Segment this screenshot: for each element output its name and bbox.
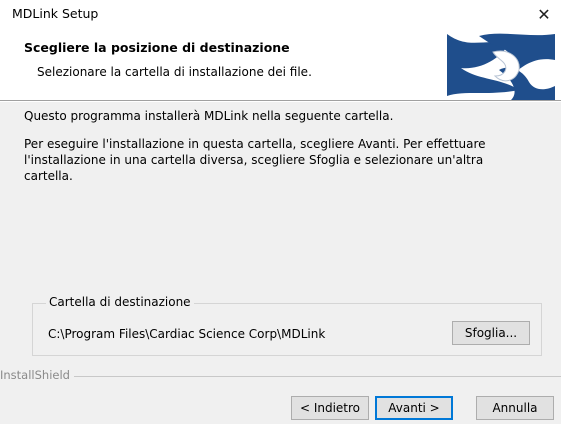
destination-group-label: Cartella di destinazione: [46, 295, 194, 309]
window-title: MDLink Setup: [12, 6, 99, 21]
close-button[interactable]: ✕: [527, 0, 561, 28]
next-button[interactable]: Avanti >: [375, 396, 453, 420]
page-subtitle: Selezionare la cartella di installazione…: [37, 65, 312, 79]
intro-text: Questo programma installerà MDLink nella…: [24, 109, 394, 123]
installshield-divider: [0, 376, 561, 377]
browse-button[interactable]: Sfoglia...: [452, 321, 530, 345]
back-button[interactable]: < Indietro: [291, 396, 369, 420]
installshield-logo-icon: [447, 33, 555, 100]
instructions-line-1: Per eseguire l'installazione in questa c…: [24, 137, 486, 151]
page-title: Scegliere la posizione di destinazione: [24, 40, 290, 55]
instructions-line-2: l'installazione in una cartella diversa,…: [24, 153, 484, 183]
installshield-brand: InstallShield: [0, 368, 74, 382]
destination-path: C:\Program Files\Cardiac Science Corp\MD…: [48, 327, 326, 341]
close-icon: ✕: [537, 4, 551, 24]
title-bar: MDLink Setup ✕: [0, 0, 561, 28]
header-separator: [0, 100, 561, 102]
setup-dialog: MDLink Setup ✕ Scegliere la posizione di…: [0, 0, 561, 424]
cancel-button[interactable]: Annulla: [476, 396, 554, 420]
